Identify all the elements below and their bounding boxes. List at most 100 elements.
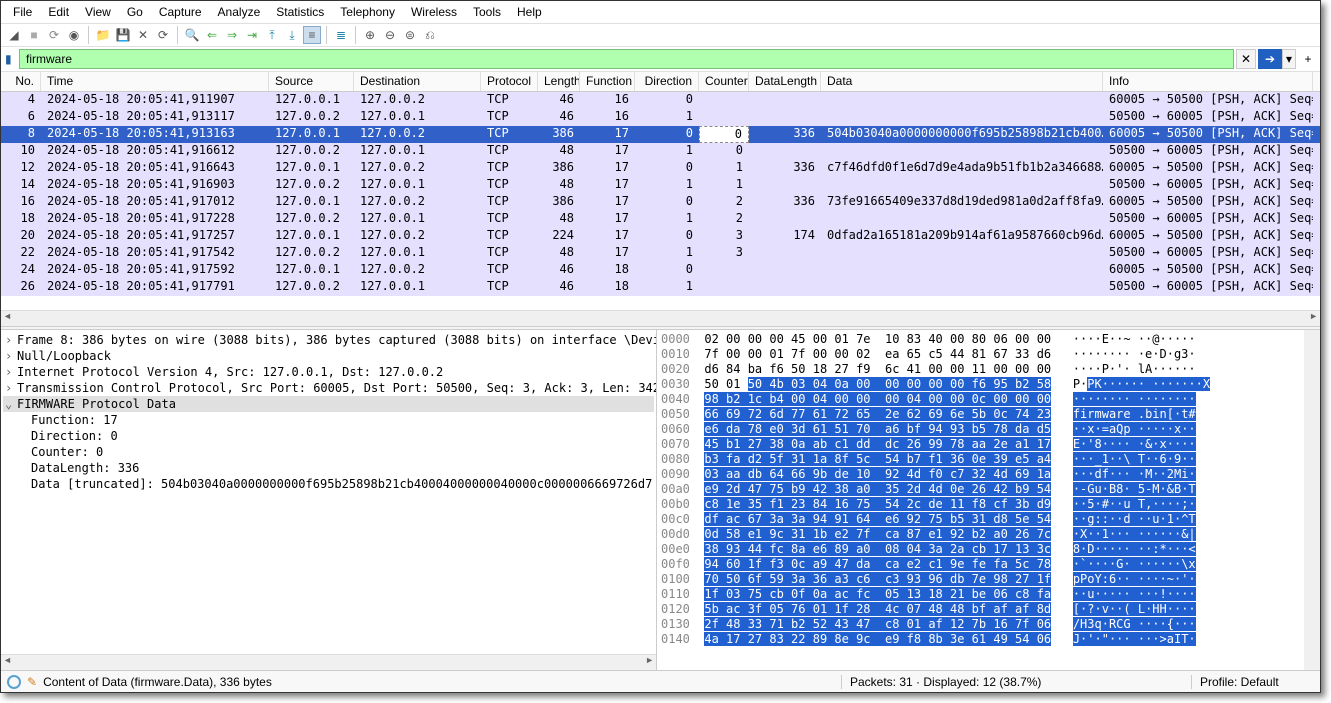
next-icon[interactable]: ⇒ — [223, 26, 241, 44]
hex-line[interactable]: 00e0 38 93 44 fc 8a e6 89 a0 08 04 3a 2a… — [661, 542, 1316, 557]
close-icon[interactable]: ✕ — [134, 26, 152, 44]
tree-leaf[interactable]: DataLength: 336 — [3, 460, 654, 476]
hex-line[interactable]: 0090 03 aa db 64 66 9b de 10 92 4d f0 c7… — [661, 467, 1316, 482]
hex-line[interactable]: 0110 1f 03 75 cb 0f 0a ac fc 05 13 18 21… — [661, 587, 1316, 602]
column-header[interactable]: Protocol — [481, 72, 538, 91]
column-header[interactable]: Length — [538, 72, 580, 91]
menu-file[interactable]: File — [5, 3, 40, 21]
options-icon[interactable]: ◉ — [65, 26, 83, 44]
menu-statistics[interactable]: Statistics — [268, 3, 332, 21]
packet-row[interactable]: 222024-05-18 20:05:41,917542127.0.0.2127… — [1, 245, 1320, 262]
hex-line[interactable]: 0140 4a 17 27 83 22 89 8e 9c e9 f8 8b 3e… — [661, 632, 1316, 647]
packet-details-pane: ›Frame 8: 386 bytes on wire (3088 bits),… — [1, 330, 657, 670]
menu-capture[interactable]: Capture — [151, 3, 210, 21]
tree-node[interactable]: ›Internet Protocol Version 4, Src: 127.0… — [3, 364, 654, 380]
clear-filter-icon[interactable]: ✕ — [1236, 49, 1256, 69]
start-capture-icon[interactable]: ◢ — [5, 26, 23, 44]
tree-node[interactable]: ›Null/Loopback — [3, 348, 654, 364]
column-header[interactable]: Counter — [699, 72, 749, 91]
find-icon[interactable]: 🔍 — [183, 26, 201, 44]
menu-view[interactable]: View — [77, 3, 119, 21]
edit-icon[interactable]: ✎ — [27, 675, 37, 689]
packet-list-header[interactable]: No.TimeSourceDestinationProtocolLengthFu… — [1, 72, 1320, 92]
add-filter-icon[interactable]: + — [1300, 52, 1316, 66]
column-header[interactable]: Function — [580, 72, 635, 91]
hex-line[interactable]: 0000 02 00 00 00 45 00 01 7e 10 83 40 00… — [661, 332, 1316, 347]
menu-edit[interactable]: Edit — [40, 3, 77, 21]
bytes-vscrollbar[interactable] — [1304, 330, 1320, 670]
goto-last-icon[interactable]: ⤓ — [283, 26, 301, 44]
bookmark-icon[interactable]: ▮ — [5, 52, 17, 66]
hex-line[interactable]: 0050 66 69 72 6d 77 61 72 65 2e 62 69 6e… — [661, 407, 1316, 422]
prev-icon[interactable]: ⇐ — [203, 26, 221, 44]
menu-telephony[interactable]: Telephony — [332, 3, 403, 21]
zoom-reset-icon[interactable]: ⊜ — [401, 26, 419, 44]
hex-line[interactable]: 0130 2f 48 33 71 b2 52 43 47 c8 01 af 12… — [661, 617, 1316, 632]
packet-row[interactable]: 122024-05-18 20:05:41,916643127.0.0.1127… — [1, 160, 1320, 177]
packet-row[interactable]: 62024-05-18 20:05:41,913117127.0.0.2127.… — [1, 109, 1320, 126]
packet-row[interactable]: 142024-05-18 20:05:41,916903127.0.0.2127… — [1, 177, 1320, 194]
colorize-icon[interactable]: ≣ — [332, 26, 350, 44]
tree-node[interactable]: ⌄FIRMWARE Protocol Data — [3, 396, 654, 412]
zoom-out-icon[interactable]: ⊖ — [381, 26, 399, 44]
status-profile[interactable]: Profile: Default — [1191, 675, 1320, 689]
packet-row[interactable]: 182024-05-18 20:05:41,917228127.0.0.2127… — [1, 211, 1320, 228]
column-header[interactable]: Info — [1103, 72, 1313, 91]
hex-line[interactable]: 00c0 df ac 67 3a 3a 94 91 64 e6 92 75 b5… — [661, 512, 1316, 527]
zoom-in-icon[interactable]: ⊕ — [361, 26, 379, 44]
packet-row[interactable]: 162024-05-18 20:05:41,917012127.0.0.1127… — [1, 194, 1320, 211]
hex-line[interactable]: 0060 e6 da 78 e0 3d 61 51 70 a6 bf 94 93… — [661, 422, 1316, 437]
hex-line[interactable]: 00a0 e9 2d 47 75 b9 42 38 a0 35 2d 4d 0e… — [661, 482, 1316, 497]
column-header[interactable]: Time — [41, 72, 269, 91]
tree-node[interactable]: ›Frame 8: 386 bytes on wire (3088 bits),… — [3, 332, 654, 348]
display-filter-input[interactable] — [19, 49, 1234, 69]
hex-line[interactable]: 0040 98 b2 1c b4 00 04 00 00 00 04 00 00… — [661, 392, 1316, 407]
hex-line[interactable]: 0030 50 01 50 4b 03 04 0a 00 00 00 00 00… — [661, 377, 1316, 392]
packet-row[interactable]: 242024-05-18 20:05:41,917592127.0.0.1127… — [1, 262, 1320, 279]
hex-line[interactable]: 0100 70 50 6f 59 3a 36 a3 c6 c3 93 96 db… — [661, 572, 1316, 587]
packet-row[interactable]: 102024-05-18 20:05:41,916612127.0.0.2127… — [1, 143, 1320, 160]
hex-line[interactable]: 0080 b3 fa d2 5f 31 1a 8f 5c 54 b7 f1 36… — [661, 452, 1316, 467]
column-header[interactable]: Source — [269, 72, 354, 91]
filter-history-icon[interactable]: ▾ — [1282, 49, 1296, 69]
column-header[interactable]: Data — [821, 72, 1103, 91]
tree-leaf[interactable]: Function: 17 — [3, 412, 654, 428]
column-header[interactable]: Direction — [635, 72, 699, 91]
column-header[interactable]: Destination — [354, 72, 481, 91]
details-hscrollbar[interactable] — [1, 654, 656, 670]
hex-line[interactable]: 00b0 c8 1e 35 f1 23 84 16 75 54 2c de 11… — [661, 497, 1316, 512]
packet-row[interactable]: 42024-05-18 20:05:41,911907127.0.0.1127.… — [1, 92, 1320, 109]
restart-capture-icon[interactable]: ⟳ — [45, 26, 63, 44]
menu-help[interactable]: Help — [509, 3, 550, 21]
tree-node[interactable]: ›Transmission Control Protocol, Src Port… — [3, 380, 654, 396]
apply-filter-icon[interactable]: ➔ — [1258, 49, 1282, 69]
hex-line[interactable]: 0020 d6 84 ba f6 50 18 27 f9 6c 41 00 00… — [661, 362, 1316, 377]
reload-icon[interactable]: ⟳ — [154, 26, 172, 44]
packet-row[interactable]: 202024-05-18 20:05:41,917257127.0.0.1127… — [1, 228, 1320, 245]
tree-leaf[interactable]: Direction: 0 — [3, 428, 654, 444]
expert-info-icon[interactable] — [7, 675, 21, 689]
menu-analyze[interactable]: Analyze — [210, 3, 269, 21]
packet-row[interactable]: 82024-05-18 20:05:41,913163127.0.0.1127.… — [1, 126, 1320, 143]
tree-leaf[interactable]: Data [truncated]: 504b03040a0000000000f6… — [3, 476, 654, 492]
column-header[interactable]: DataLength — [749, 72, 821, 91]
packet-list-hscrollbar[interactable] — [1, 310, 1320, 326]
menu-wireless[interactable]: Wireless — [403, 3, 465, 21]
hex-line[interactable]: 0010 7f 00 00 01 7f 00 00 02 ea 65 c5 44… — [661, 347, 1316, 362]
stop-capture-icon[interactable]: ■ — [25, 26, 43, 44]
autoscroll-icon[interactable]: ≡ — [303, 26, 321, 44]
goto-first-icon[interactable]: ⤒ — [263, 26, 281, 44]
hex-line[interactable]: 0120 5b ac 3f 05 76 01 1f 28 4c 07 48 48… — [661, 602, 1316, 617]
jump-icon[interactable]: ⇥ — [243, 26, 261, 44]
hex-line[interactable]: 0070 45 b1 27 38 0a ab c1 dd dc 26 99 78… — [661, 437, 1316, 452]
packet-row[interactable]: 262024-05-18 20:05:41,917791127.0.0.2127… — [1, 279, 1320, 296]
menu-tools[interactable]: Tools — [465, 3, 509, 21]
hex-line[interactable]: 00f0 94 60 1f f3 0c a9 47 da ca e2 c1 9e… — [661, 557, 1316, 572]
tree-leaf[interactable]: Counter: 0 — [3, 444, 654, 460]
menu-go[interactable]: Go — [119, 3, 151, 21]
resize-cols-icon[interactable]: ⎌ — [421, 26, 439, 44]
column-header[interactable]: No. — [1, 72, 41, 91]
open-icon[interactable]: 📁 — [94, 26, 112, 44]
hex-line[interactable]: 00d0 0d 58 e1 9c 31 1b e2 7f ca 87 e1 92… — [661, 527, 1316, 542]
save-icon[interactable]: 💾 — [114, 26, 132, 44]
